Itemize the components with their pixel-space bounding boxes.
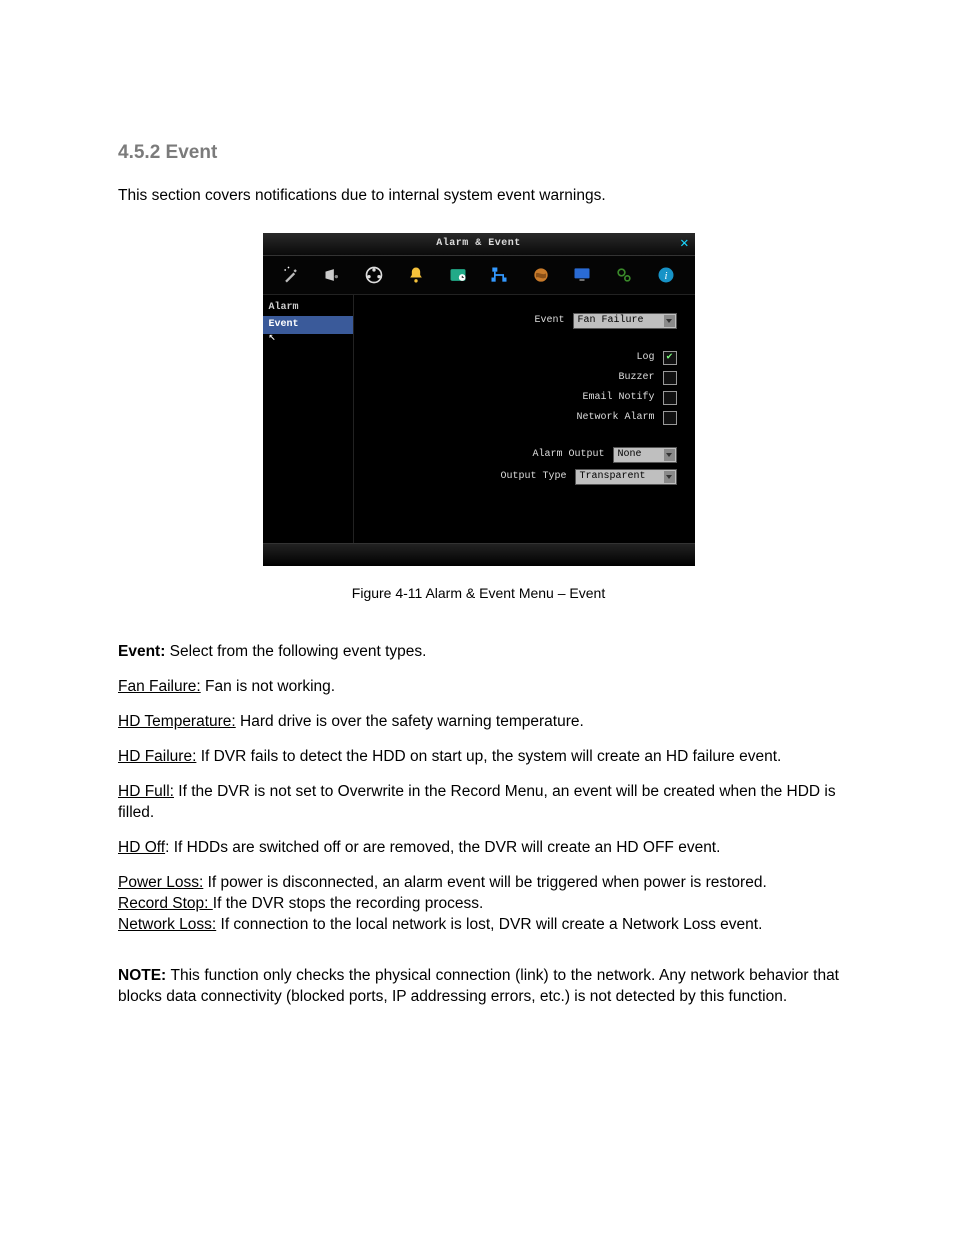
- document-page: 4.5.2 Event This section covers notifica…: [0, 0, 954, 1235]
- log-checkbox[interactable]: [663, 351, 677, 365]
- figure-caption: Figure 4-11 Alarm & Event Menu – Event: [118, 584, 839, 603]
- buzzer-checkbox[interactable]: [663, 371, 677, 385]
- def-record-stop: Record Stop: If the DVR stops the record…: [118, 894, 839, 915]
- sidebar: Alarm Event: [263, 295, 354, 543]
- figure-wrap: Alarm & Event ✕ i Alarm Event: [118, 233, 839, 566]
- reel-icon[interactable]: [363, 264, 385, 286]
- dialog-content: Event Fan Failure Log Buzzer Email Notif…: [354, 295, 695, 543]
- cursor-icon: ↖: [269, 329, 276, 345]
- sidebar-item-alarm[interactable]: Alarm: [263, 299, 353, 317]
- alarm-event-dialog: Alarm & Event ✕ i Alarm Event: [263, 233, 695, 566]
- info-icon[interactable]: i: [655, 264, 677, 286]
- def-fan-failure: Fan Failure: Fan is not working.: [118, 677, 839, 698]
- note-paragraph: NOTE: This function only checks the phys…: [118, 966, 839, 1008]
- clock-icon[interactable]: [447, 264, 469, 286]
- chevron-down-icon: [664, 449, 675, 461]
- label-log: Log: [636, 351, 654, 365]
- output-type-dropdown[interactable]: Transparent: [575, 469, 677, 485]
- def-hd-full: HD Full: If the DVR is not set to Overwr…: [118, 782, 839, 824]
- bell-icon[interactable]: [405, 264, 427, 286]
- label-network-alarm: Network Alarm: [576, 411, 654, 425]
- camera-icon[interactable]: [322, 264, 344, 286]
- alarm-output-dropdown[interactable]: None: [613, 447, 677, 463]
- toolbar: i: [263, 256, 695, 295]
- chevron-down-icon: [664, 471, 675, 483]
- event-dropdown[interactable]: Fan Failure: [573, 313, 677, 329]
- dialog-title: Alarm & Event: [436, 237, 521, 251]
- label-event: Event: [534, 314, 564, 328]
- dialog-titlebar: Alarm & Event ✕: [263, 233, 695, 256]
- def-power-loss: Power Loss: If power is disconnected, an…: [118, 873, 839, 894]
- label-alarm-output: Alarm Output: [532, 448, 604, 462]
- dialog-body: Alarm Event ↖ Event Fan Failure Log Buzz…: [263, 295, 695, 543]
- network-alarm-checkbox[interactable]: [663, 411, 677, 425]
- label-output-type: Output Type: [500, 470, 566, 484]
- dialog-footer: [263, 543, 695, 566]
- email-checkbox[interactable]: [663, 391, 677, 405]
- def-event: Event: Select from the following event t…: [118, 642, 839, 663]
- label-email: Email Notify: [582, 391, 654, 405]
- def-network-loss: Network Loss: If connection to the local…: [118, 915, 839, 936]
- svg-text:i: i: [664, 270, 667, 282]
- gears-icon[interactable]: [613, 264, 635, 286]
- definitions: Event: Select from the following event t…: [118, 642, 839, 935]
- globe-icon[interactable]: [530, 264, 552, 286]
- wand-icon[interactable]: [280, 264, 302, 286]
- chevron-down-icon: [664, 315, 675, 327]
- section-heading: 4.5.2 Event: [118, 140, 839, 166]
- label-buzzer: Buzzer: [618, 371, 654, 385]
- sidebar-item-event[interactable]: Event: [263, 316, 353, 334]
- monitor-icon[interactable]: [571, 264, 593, 286]
- network-icon[interactable]: [488, 264, 510, 286]
- close-icon[interactable]: ✕: [680, 235, 688, 254]
- def-hd-off: HD Off: If HDDs are switched off or are …: [118, 838, 839, 859]
- def-hd-failure: HD Failure: If DVR fails to detect the H…: [118, 747, 839, 768]
- intro-text: This section covers notifications due to…: [118, 186, 839, 207]
- def-hd-temperature: HD Temperature: Hard drive is over the s…: [118, 712, 839, 733]
